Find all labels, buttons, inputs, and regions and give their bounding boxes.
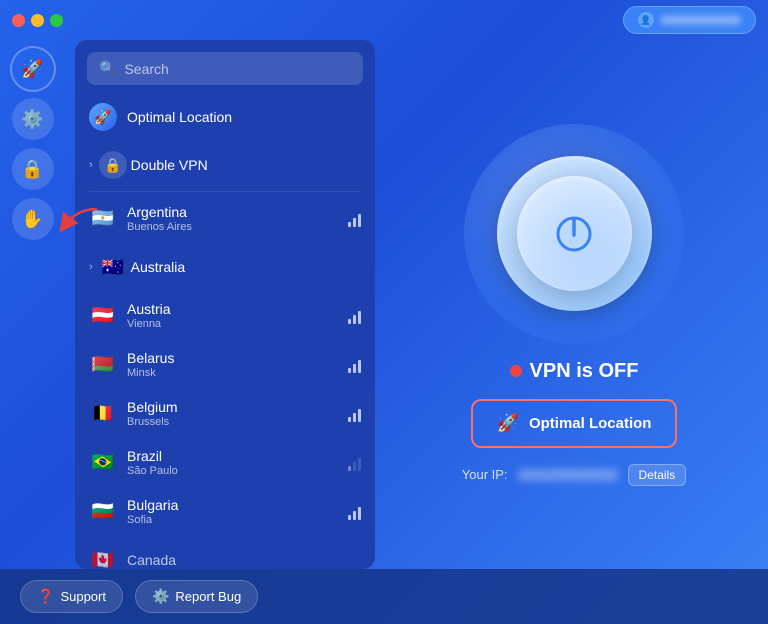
optimal-location-title: Optimal Location xyxy=(127,109,361,125)
argentina-title: Argentina xyxy=(127,204,338,220)
bulgaria-signal xyxy=(348,504,361,520)
belarus-item[interactable]: 🇧🇾 Belarus Minsk xyxy=(79,340,371,389)
bar3 xyxy=(358,311,361,324)
belarus-title: Belarus xyxy=(127,350,338,366)
brazil-flag: 🇧🇷 xyxy=(89,449,117,477)
australia-title: Australia xyxy=(131,259,361,275)
bar1 xyxy=(348,222,351,227)
ip-row: Your IP: Details xyxy=(462,464,686,486)
brazil-item[interactable]: 🇧🇷 Brazil São Paulo xyxy=(79,438,371,487)
optimal-location-item[interactable]: 🚀 Optimal Location xyxy=(79,93,371,141)
user-icon: 👤 xyxy=(638,12,654,28)
power-button[interactable] xyxy=(517,176,632,291)
username-text xyxy=(661,15,741,25)
vpn-status-text: VPN is OFF xyxy=(530,360,639,383)
details-button[interactable]: Details xyxy=(628,464,687,486)
optimal-location-button[interactable]: 🚀 Optimal Location xyxy=(471,399,678,448)
sidebar: 🚀 ⚙️ 🔒 ✋ xyxy=(0,0,65,624)
sidebar-item-shield[interactable]: ✋ xyxy=(12,198,54,240)
bulgaria-title: Bulgaria xyxy=(127,497,338,513)
bar3 xyxy=(358,458,361,471)
double-vpn-icon: 🔒 xyxy=(99,151,127,179)
vpn-status: VPN is OFF xyxy=(510,360,639,383)
belgium-item[interactable]: 🇧🇪 Belgium Brussels xyxy=(79,389,371,438)
bar3 xyxy=(358,214,361,227)
bottom-bar: ❓ Support ⚙️ Report Bug xyxy=(0,569,768,624)
support-label: Support xyxy=(60,589,106,604)
belarus-subtitle: Minsk xyxy=(127,367,338,379)
sidebar-item-servers[interactable]: 🚀 xyxy=(12,48,54,90)
canada-item[interactable]: 🇨🇦 Canada xyxy=(79,536,371,569)
bar2 xyxy=(353,462,356,471)
support-button[interactable]: ❓ Support xyxy=(20,580,123,613)
location-panel: 🔍 🚀 Optimal Location › 🔒 Double VPN 🇦🇷 A… xyxy=(75,40,375,569)
main-area: VPN is OFF 🚀 Optimal Location Your IP: D… xyxy=(380,40,768,569)
bar1 xyxy=(348,319,351,324)
bar3 xyxy=(358,360,361,373)
bar1 xyxy=(348,515,351,520)
bar3 xyxy=(358,409,361,422)
brazil-subtitle: São Paulo xyxy=(127,465,338,477)
canada-title: Canada xyxy=(127,552,361,568)
belgium-flag: 🇧🇪 xyxy=(89,400,117,428)
canada-flag: 🇨🇦 xyxy=(89,546,117,569)
divider xyxy=(89,191,361,192)
bar2 xyxy=(353,511,356,520)
search-bar[interactable]: 🔍 xyxy=(87,52,363,85)
austria-subtitle: Vienna xyxy=(127,318,338,330)
bar1 xyxy=(348,417,351,422)
bug-icon: ⚙️ xyxy=(152,588,169,605)
austria-flag: 🇦🇹 xyxy=(89,302,117,330)
australia-item[interactable]: › 🇦🇺 Australia xyxy=(79,243,371,291)
report-bug-button[interactable]: ⚙️ Report Bug xyxy=(135,580,258,613)
ip-label: Your IP: xyxy=(462,467,508,482)
status-dot xyxy=(510,365,522,377)
search-icon: 🔍 xyxy=(99,60,116,77)
chevron-icon: › xyxy=(89,261,93,273)
report-bug-label: Report Bug xyxy=(175,589,241,604)
bar2 xyxy=(353,315,356,324)
double-vpn-title: Double VPN xyxy=(131,157,361,173)
bar2 xyxy=(353,413,356,422)
sidebar-item-settings[interactable]: ⚙️ xyxy=(12,98,54,140)
location-list[interactable]: 🚀 Optimal Location › 🔒 Double VPN 🇦🇷 Arg… xyxy=(75,93,375,569)
brazil-title: Brazil xyxy=(127,448,338,464)
belgium-signal xyxy=(348,406,361,422)
double-vpn-item[interactable]: › 🔒 Double VPN xyxy=(79,141,371,189)
belarus-flag: 🇧🇾 xyxy=(89,351,117,379)
power-ring-mid xyxy=(497,156,652,311)
brazil-signal xyxy=(348,455,361,471)
bar2 xyxy=(353,218,356,227)
austria-item[interactable]: 🇦🇹 Austria Vienna xyxy=(79,291,371,340)
support-icon: ❓ xyxy=(37,588,54,605)
rocket-icon: 🚀 xyxy=(497,413,519,434)
chevron-icon: › xyxy=(89,159,93,171)
bar3 xyxy=(358,507,361,520)
sidebar-item-lock[interactable]: 🔒 xyxy=(12,148,54,190)
bulgaria-subtitle: Sofia xyxy=(127,514,338,526)
bar2 xyxy=(353,364,356,373)
optimal-icon: 🚀 xyxy=(89,103,117,131)
titlebar: 👤 xyxy=(0,0,768,40)
belgium-title: Belgium xyxy=(127,399,338,415)
arrow-annotation xyxy=(52,205,102,250)
bar1 xyxy=(348,466,351,471)
austria-title: Austria xyxy=(127,301,338,317)
argentina-subtitle: Buenos Aires xyxy=(127,221,338,233)
argentina-item[interactable]: 🇦🇷 Argentina Buenos Aires xyxy=(79,194,371,243)
power-ring xyxy=(464,124,684,344)
bar1 xyxy=(348,368,351,373)
argentina-signal xyxy=(348,211,361,227)
austria-signal xyxy=(348,308,361,324)
search-input[interactable] xyxy=(124,61,351,77)
belgium-subtitle: Brussels xyxy=(127,416,338,428)
belarus-signal xyxy=(348,357,361,373)
power-symbol xyxy=(549,209,599,259)
bulgaria-flag: 🇧🇬 xyxy=(89,498,117,526)
ip-address xyxy=(518,469,618,481)
optimal-location-label: Optimal Location xyxy=(529,415,652,432)
bulgaria-item[interactable]: 🇧🇬 Bulgaria Sofia xyxy=(79,487,371,536)
australia-flag: 🇦🇺 xyxy=(99,253,127,281)
user-account-badge[interactable]: 👤 xyxy=(623,6,756,34)
